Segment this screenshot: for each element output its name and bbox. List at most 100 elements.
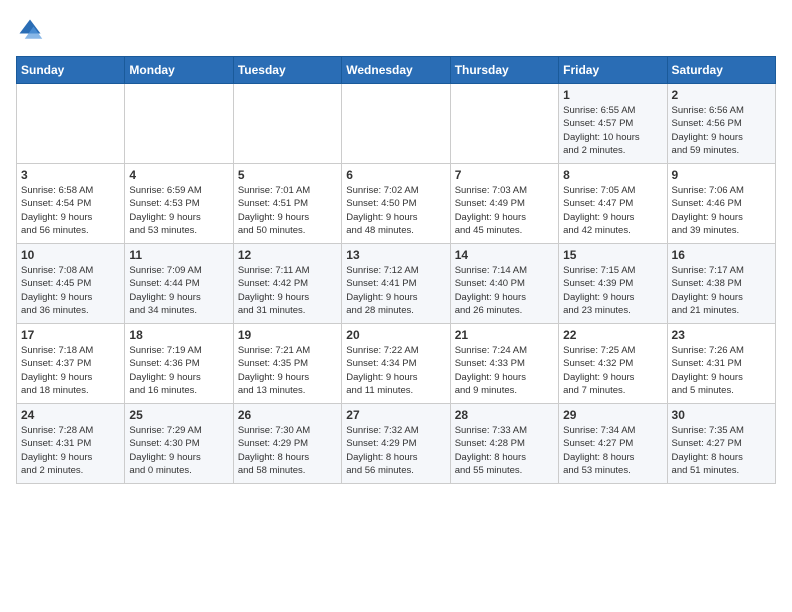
day-info: Sunrise: 6:56 AMSunset: 4:56 PMDaylight:… <box>672 104 771 157</box>
day-info: Sunrise: 7:09 AMSunset: 4:44 PMDaylight:… <box>129 264 228 317</box>
calendar-cell: 26 Sunrise: 7:30 AMSunset: 4:29 PMDayligh… <box>233 404 341 484</box>
day-info: Sunrise: 6:58 AMSunset: 4:54 PMDaylight:… <box>21 184 120 237</box>
day-number: 16 <box>672 248 771 262</box>
day-number: 6 <box>346 168 445 182</box>
day-info: Sunrise: 7:15 AMSunset: 4:39 PMDaylight:… <box>563 264 662 317</box>
calendar-cell: 10 Sunrise: 7:08 AMSunset: 4:45 PMDayligh… <box>17 244 125 324</box>
day-info: Sunrise: 7:11 AMSunset: 4:42 PMDaylight:… <box>238 264 337 317</box>
calendar-cell: 24 Sunrise: 7:28 AMSunset: 4:31 PMDayligh… <box>17 404 125 484</box>
day-number: 24 <box>21 408 120 422</box>
day-header-friday: Friday <box>559 57 667 84</box>
day-info: Sunrise: 7:24 AMSunset: 4:33 PMDaylight:… <box>455 344 554 397</box>
calendar-cell: 19 Sunrise: 7:21 AMSunset: 4:35 PMDayligh… <box>233 324 341 404</box>
day-info: Sunrise: 7:21 AMSunset: 4:35 PMDaylight:… <box>238 344 337 397</box>
calendar-cell: 16 Sunrise: 7:17 AMSunset: 4:38 PMDayligh… <box>667 244 775 324</box>
day-number: 18 <box>129 328 228 342</box>
day-info: Sunrise: 6:55 AMSunset: 4:57 PMDaylight:… <box>563 104 662 157</box>
day-number: 29 <box>563 408 662 422</box>
calendar-cell: 30 Sunrise: 7:35 AMSunset: 4:27 PMDayligh… <box>667 404 775 484</box>
calendar-cell: 17 Sunrise: 7:18 AMSunset: 4:37 PMDayligh… <box>17 324 125 404</box>
day-number: 9 <box>672 168 771 182</box>
page-header <box>16 16 776 44</box>
day-number: 4 <box>129 168 228 182</box>
day-header-saturday: Saturday <box>667 57 775 84</box>
day-info: Sunrise: 7:33 AMSunset: 4:28 PMDaylight:… <box>455 424 554 477</box>
calendar-cell: 2 Sunrise: 6:56 AMSunset: 4:56 PMDaylight… <box>667 84 775 164</box>
day-info: Sunrise: 7:01 AMSunset: 4:51 PMDaylight:… <box>238 184 337 237</box>
day-header-wednesday: Wednesday <box>342 57 450 84</box>
day-info: Sunrise: 7:35 AMSunset: 4:27 PMDaylight:… <box>672 424 771 477</box>
day-info: Sunrise: 7:30 AMSunset: 4:29 PMDaylight:… <box>238 424 337 477</box>
day-number: 28 <box>455 408 554 422</box>
day-header-monday: Monday <box>125 57 233 84</box>
calendar-cell: 14 Sunrise: 7:14 AMSunset: 4:40 PMDayligh… <box>450 244 558 324</box>
calendar-table: SundayMondayTuesdayWednesdayThursdayFrid… <box>16 56 776 484</box>
calendar-cell: 1 Sunrise: 6:55 AMSunset: 4:57 PMDaylight… <box>559 84 667 164</box>
day-number: 26 <box>238 408 337 422</box>
day-number: 14 <box>455 248 554 262</box>
day-number: 27 <box>346 408 445 422</box>
day-number: 13 <box>346 248 445 262</box>
day-number: 21 <box>455 328 554 342</box>
day-info: Sunrise: 7:14 AMSunset: 4:40 PMDaylight:… <box>455 264 554 317</box>
calendar-cell: 25 Sunrise: 7:29 AMSunset: 4:30 PMDayligh… <box>125 404 233 484</box>
day-info: Sunrise: 7:12 AMSunset: 4:41 PMDaylight:… <box>346 264 445 317</box>
calendar-cell: 6 Sunrise: 7:02 AMSunset: 4:50 PMDaylight… <box>342 164 450 244</box>
calendar-cell: 15 Sunrise: 7:15 AMSunset: 4:39 PMDayligh… <box>559 244 667 324</box>
calendar-cell: 3Sunrise: 6:58 AMSunset: 4:54 PMDaylight… <box>17 164 125 244</box>
day-info: Sunrise: 7:02 AMSunset: 4:50 PMDaylight:… <box>346 184 445 237</box>
day-number: 17 <box>21 328 120 342</box>
calendar-cell: 21 Sunrise: 7:24 AMSunset: 4:33 PMDayligh… <box>450 324 558 404</box>
calendar-cell <box>342 84 450 164</box>
day-number: 15 <box>563 248 662 262</box>
day-info: Sunrise: 7:18 AMSunset: 4:37 PMDaylight:… <box>21 344 120 397</box>
day-number: 22 <box>563 328 662 342</box>
calendar-cell: 18 Sunrise: 7:19 AMSunset: 4:36 PMDayligh… <box>125 324 233 404</box>
calendar-cell: 28 Sunrise: 7:33 AMSunset: 4:28 PMDayligh… <box>450 404 558 484</box>
calendar-cell: 29 Sunrise: 7:34 AMSunset: 4:27 PMDayligh… <box>559 404 667 484</box>
day-number: 19 <box>238 328 337 342</box>
day-number: 1 <box>563 88 662 102</box>
day-number: 23 <box>672 328 771 342</box>
day-number: 11 <box>129 248 228 262</box>
calendar-cell: 20Sunrise: 7:22 AMSunset: 4:34 PMDayligh… <box>342 324 450 404</box>
calendar-cell: 11 Sunrise: 7:09 AMSunset: 4:44 PMDayligh… <box>125 244 233 324</box>
calendar-cell: 23 Sunrise: 7:26 AMSunset: 4:31 PMDayligh… <box>667 324 775 404</box>
day-number: 12 <box>238 248 337 262</box>
calendar-cell <box>233 84 341 164</box>
day-header-sunday: Sunday <box>17 57 125 84</box>
day-number: 30 <box>672 408 771 422</box>
day-info: Sunrise: 7:32 AMSunset: 4:29 PMDaylight:… <box>346 424 445 477</box>
day-info: Sunrise: 7:17 AMSunset: 4:38 PMDaylight:… <box>672 264 771 317</box>
day-info: Sunrise: 7:29 AMSunset: 4:30 PMDaylight:… <box>129 424 228 477</box>
day-number: 2 <box>672 88 771 102</box>
calendar-cell: 12 Sunrise: 7:11 AMSunset: 4:42 PMDayligh… <box>233 244 341 324</box>
day-info: Sunrise: 7:03 AMSunset: 4:49 PMDaylight:… <box>455 184 554 237</box>
calendar-cell: 5 Sunrise: 7:01 AMSunset: 4:51 PMDaylight… <box>233 164 341 244</box>
calendar-cell: 13 Sunrise: 7:12 AMSunset: 4:41 PMDayligh… <box>342 244 450 324</box>
day-info: Sunrise: 7:05 AMSunset: 4:47 PMDaylight:… <box>563 184 662 237</box>
day-info: Sunrise: 7:06 AMSunset: 4:46 PMDaylight:… <box>672 184 771 237</box>
calendar-cell <box>125 84 233 164</box>
calendar-cell <box>450 84 558 164</box>
day-info: Sunrise: 7:28 AMSunset: 4:31 PMDaylight:… <box>21 424 120 477</box>
calendar-cell: 27 Sunrise: 7:32 AMSunset: 4:29 PMDayligh… <box>342 404 450 484</box>
calendar-cell: 22Sunrise: 7:25 AMSunset: 4:32 PMDayligh… <box>559 324 667 404</box>
calendar-cell: 7 Sunrise: 7:03 AMSunset: 4:49 PMDaylight… <box>450 164 558 244</box>
calendar-cell: 8 Sunrise: 7:05 AMSunset: 4:47 PMDaylight… <box>559 164 667 244</box>
day-info: Sunrise: 7:08 AMSunset: 4:45 PMDaylight:… <box>21 264 120 317</box>
day-info: Sunrise: 7:34 AMSunset: 4:27 PMDaylight:… <box>563 424 662 477</box>
day-info: Sunrise: 7:26 AMSunset: 4:31 PMDaylight:… <box>672 344 771 397</box>
calendar-cell: 9 Sunrise: 7:06 AMSunset: 4:46 PMDaylight… <box>667 164 775 244</box>
day-info: Sunrise: 7:19 AMSunset: 4:36 PMDaylight:… <box>129 344 228 397</box>
day-header-thursday: Thursday <box>450 57 558 84</box>
day-number: 7 <box>455 168 554 182</box>
logo <box>16 16 48 44</box>
calendar-cell: 4Sunrise: 6:59 AMSunset: 4:53 PMDaylight… <box>125 164 233 244</box>
day-number: 5 <box>238 168 337 182</box>
day-number: 20 <box>346 328 445 342</box>
day-number: 25 <box>129 408 228 422</box>
day-number: 8 <box>563 168 662 182</box>
day-number: 10 <box>21 248 120 262</box>
logo-icon <box>16 16 44 44</box>
